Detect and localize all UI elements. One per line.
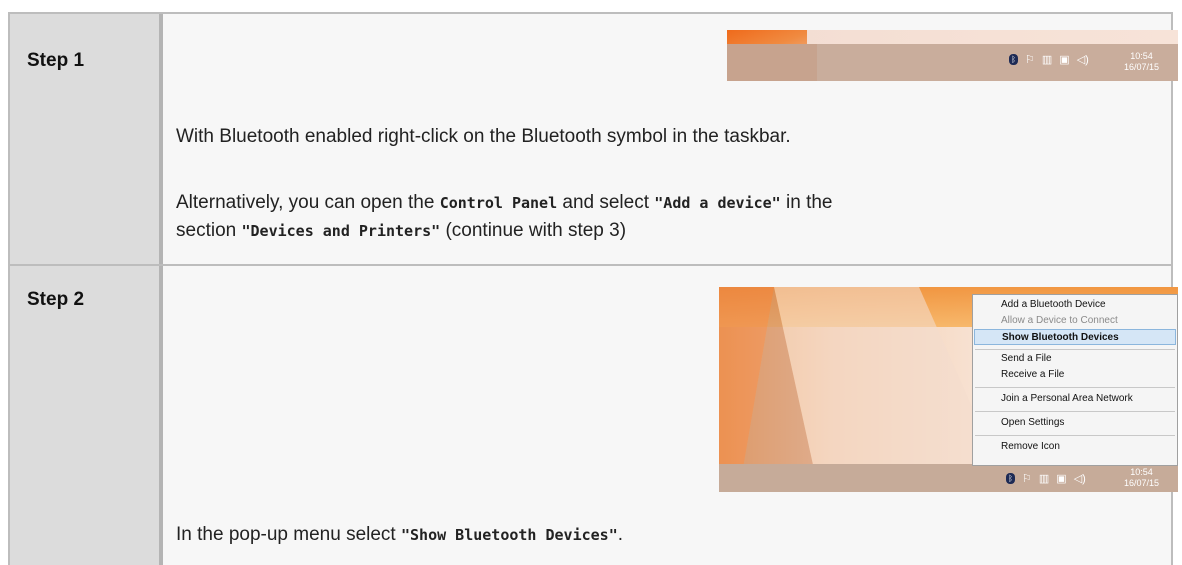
taskbar-screenshot: ᛒ ⚐ ▥ ▣ ◁) 10:54 16/07/15 [727, 30, 1178, 81]
taskbar-clock: 10:54 16/07/15 [1124, 51, 1159, 73]
alt-text-1: Alternatively, you can open the [176, 192, 440, 213]
clock-time: 10:54 [1130, 51, 1153, 61]
step-2-text-1: In the pop-up menu select [176, 524, 401, 545]
add-device-code: "Add a device" [654, 194, 781, 212]
step-1-label: Step 1 [27, 50, 85, 71]
step-2-label-cell: Step 2 [10, 265, 163, 565]
menu-separator [975, 387, 1175, 388]
menu-separator [975, 411, 1175, 412]
alt-text-5: (continue with step 3) [440, 220, 627, 241]
show-bluetooth-devices-code: "Show Bluetooth Devices" [400, 526, 618, 544]
display-icon: ▣ [1056, 473, 1067, 485]
menu-item-allow-device-connect: Allow a Device to Connect [1001, 315, 1118, 326]
clock-date: 16/07/15 [1124, 478, 1160, 488]
menu-item-add-bluetooth-device[interactable]: Add a Bluetooth Device [1001, 297, 1106, 313]
step-1-alternative: Alternatively, you can open the Control … [176, 189, 832, 245]
system-tray: ᛒ ⚐ ▥ ▣ ◁) [1006, 472, 1086, 485]
flag-icon: ⚐ [1025, 54, 1035, 66]
clock-time: 10:54 [1130, 467, 1153, 477]
alt-text-3: in the [780, 192, 833, 213]
flag-icon: ⚐ [1022, 473, 1032, 485]
bluetooth-context-menu: Add a Bluetooth Device Allow a Device to… [972, 294, 1178, 466]
taskbar [719, 464, 1178, 492]
menu-separator [975, 349, 1175, 350]
alt-text-4: section [176, 220, 242, 241]
menu-item-open-settings[interactable]: Open Settings [1001, 415, 1064, 431]
step-2-label: Step 2 [27, 289, 85, 310]
step-2-text-2: . [617, 524, 624, 545]
table-top-border [10, 12, 1171, 14]
volume-icon: ◁) [1073, 473, 1086, 485]
clock-date: 16/07/15 [1124, 62, 1160, 72]
menu-item-join-pan[interactable]: Join a Personal Area Network [1001, 391, 1133, 407]
instructions-table: Step 1 Step 2 ᛒ ⚐ ▥ ▣ ◁) 10:54 16/07/15 … [0, 0, 1182, 565]
display-icon: ▣ [1059, 54, 1070, 66]
system-tray: ᛒ ⚐ ▥ ▣ ◁) [1009, 53, 1089, 66]
menu-item-send-file[interactable]: Send a File [1001, 351, 1052, 367]
menu-separator [975, 435, 1175, 436]
alt-text-2: and select [557, 192, 655, 213]
menu-item-show-bluetooth-devices[interactable]: Show Bluetooth Devices [974, 329, 1176, 345]
volume-icon: ◁) [1076, 54, 1089, 66]
devices-printers-code: "Devices and Printers" [241, 222, 441, 240]
step-1-instruction: With Bluetooth enabled right-click on th… [176, 126, 791, 147]
table-left-border [8, 12, 10, 565]
taskbar-clock: 10:54 16/07/15 [1124, 467, 1159, 489]
bluetooth-icon: ᛒ [1006, 473, 1015, 484]
taskbar-shade [727, 44, 817, 81]
row-divider [10, 264, 1171, 266]
menu-item-receive-file[interactable]: Receive a File [1001, 367, 1064, 383]
network-icon: ▥ [1041, 54, 1053, 66]
step-2-instruction: In the pop-up menu select "Show Bluetoot… [176, 521, 623, 549]
network-icon: ▥ [1038, 473, 1050, 485]
bluetooth-icon: ᛒ [1009, 54, 1018, 65]
control-panel-code: Control Panel [439, 194, 558, 212]
context-menu-screenshot: ᛒ ⚐ ▥ ▣ ◁) 10:54 16/07/15 Add a Bluetoot… [719, 287, 1178, 492]
menu-item-remove-icon[interactable]: Remove Icon [1001, 439, 1060, 455]
step-1-label-cell: Step 1 [10, 12, 163, 265]
